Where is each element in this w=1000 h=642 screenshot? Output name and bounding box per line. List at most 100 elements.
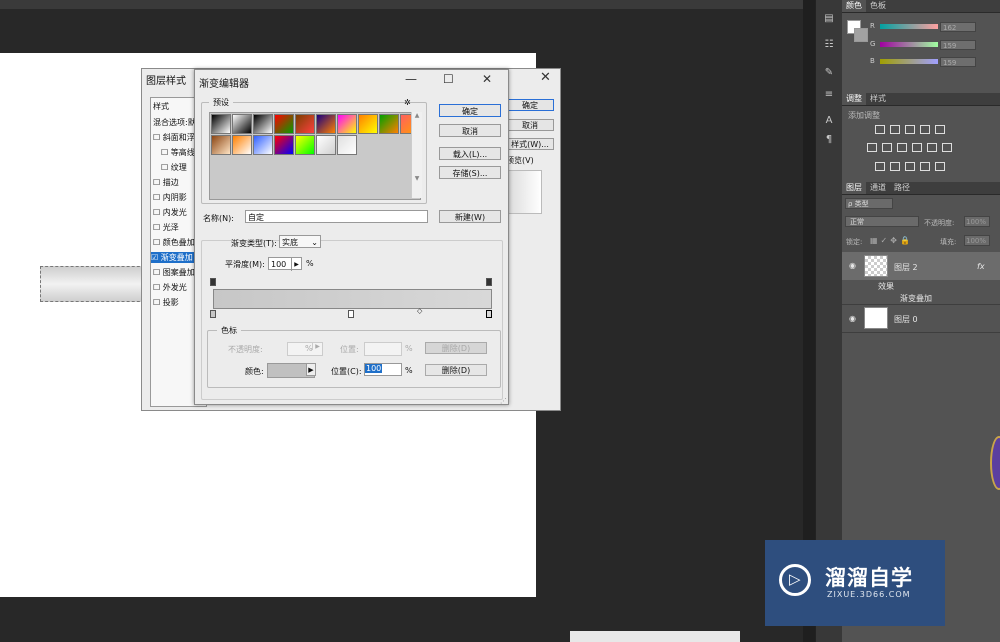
channel-b-value[interactable]: 159	[940, 57, 976, 67]
arrow-right-icon[interactable]: ▶	[306, 363, 316, 376]
arrow-right-icon[interactable]: ▶	[291, 258, 301, 271]
visibility-eye-icon[interactable]: ◉	[849, 261, 856, 270]
invert-icon[interactable]	[875, 162, 885, 171]
gradient-preset-swatch[interactable]	[295, 135, 315, 155]
color-balance-icon[interactable]	[882, 143, 892, 152]
lock-icons[interactable]: ▦✓✥🔒	[870, 236, 913, 245]
arrow-right-icon[interactable]: ▶	[312, 343, 322, 350]
tab-styles[interactable]: 样式	[866, 93, 890, 105]
layer-row-2[interactable]: ◉ 图层 2 fx	[842, 252, 1000, 281]
history-icon[interactable]: ▤	[821, 12, 837, 26]
gradient-preset-swatch[interactable]	[316, 114, 336, 134]
channel-g-slider[interactable]	[880, 42, 938, 47]
levels-icon[interactable]	[890, 125, 900, 134]
photo-filter-icon[interactable]	[912, 143, 922, 152]
tab-layers[interactable]: 图层	[842, 182, 866, 194]
color-stop-right-selected[interactable]	[486, 310, 492, 318]
ime-toolbar[interactable]	[570, 631, 740, 642]
cancel-button[interactable]: 取消	[506, 119, 554, 131]
layer-row-0[interactable]: ◉ 图层 0	[842, 305, 1000, 333]
black-white-icon[interactable]	[897, 143, 907, 152]
preview-checkbox[interactable]: 预览(V)	[506, 155, 534, 166]
gradient-preset-swatch[interactable]	[337, 135, 357, 155]
hsl-icon[interactable]	[867, 143, 877, 152]
background-color-swatch[interactable]	[854, 28, 868, 42]
style-item[interactable]: ☐ 斜面和浮	[153, 132, 195, 143]
ok-button[interactable]: 确定	[506, 99, 554, 111]
gradient-preset-swatch[interactable]	[379, 114, 399, 134]
character-icon[interactable]: A	[821, 114, 837, 128]
brush-icon[interactable]: ✎	[821, 66, 837, 80]
fx-icon[interactable]: fx	[977, 262, 985, 271]
opacity-stop-left[interactable]	[210, 278, 216, 286]
close-icon[interactable]: ✕	[540, 70, 551, 85]
gradient-preset-swatch[interactable]	[274, 114, 294, 134]
vibrance-icon[interactable]	[935, 125, 945, 134]
resize-grip-icon[interactable]: ⋰	[500, 397, 507, 405]
blend-mode-select[interactable]: 正常	[845, 216, 919, 227]
exposure-icon[interactable]	[920, 125, 930, 134]
opacity-input[interactable]: 100%	[964, 216, 990, 227]
gradient-map-icon[interactable]	[920, 162, 930, 171]
tab-paths[interactable]: 路径	[890, 182, 914, 194]
style-item[interactable]: ☐ 颜色叠加	[153, 237, 195, 248]
delete-color-stop-button[interactable]: 删除(D)	[425, 364, 487, 376]
close-icon[interactable]: ✕	[482, 72, 492, 86]
threshold-icon[interactable]	[905, 162, 915, 171]
color-stop-left[interactable]	[210, 310, 216, 318]
layer-name[interactable]: 图层 0	[894, 314, 918, 325]
gradient-preset-swatch[interactable]	[253, 114, 273, 134]
color-lookup-icon[interactable]	[942, 143, 952, 152]
midpoint-diamond-icon[interactable]: ◇	[417, 307, 422, 315]
style-item[interactable]: ☐ 光泽	[153, 222, 179, 233]
channel-g-value[interactable]: 159	[940, 40, 976, 50]
stop-location-input[interactable]: 100	[364, 363, 402, 376]
brightness-icon[interactable]	[875, 125, 885, 134]
gear-icon[interactable]: ✲	[404, 98, 411, 107]
layer-name[interactable]: 图层 2	[894, 262, 918, 273]
gradient-preset-swatch[interactable]	[358, 114, 378, 134]
gradient-preset-swatch[interactable]	[211, 135, 231, 155]
style-item[interactable]: ☐ 等高线	[161, 147, 195, 158]
gradient-preset-swatch[interactable]	[316, 135, 336, 155]
gradient-preset-swatch[interactable]	[253, 135, 273, 155]
effects-row[interactable]: 效果 渐变叠加	[842, 280, 1000, 305]
style-item[interactable]: 混合选项:默	[153, 117, 196, 128]
fill-input[interactable]: 100%	[964, 235, 990, 246]
stop-opacity-location-input[interactable]	[364, 342, 402, 356]
color-stop-middle[interactable]	[348, 310, 354, 318]
tab-color[interactable]: 颜色	[842, 0, 866, 12]
new-button[interactable]: 新建(W)	[439, 210, 501, 223]
smoothness-input[interactable]: 100 ▶	[268, 257, 302, 271]
scrollbar[interactable]: ▲ ▼	[411, 112, 422, 198]
gradient-preset-swatch[interactable]	[274, 135, 294, 155]
posterize-icon[interactable]	[890, 162, 900, 171]
channel-b-slider[interactable]	[880, 59, 938, 64]
delete-opacity-stop-button[interactable]: 删除(D)	[425, 342, 487, 354]
style-item[interactable]: ☐ 描边	[153, 177, 179, 188]
new-style-button[interactable]: 样式(W)...	[506, 138, 554, 150]
channel-r-value[interactable]: 162	[940, 22, 976, 32]
cancel-button[interactable]: 取消	[439, 124, 501, 137]
gradient-type-select[interactable]: 实底 ⌄	[279, 235, 321, 248]
properties-icon[interactable]: ☷	[821, 38, 837, 52]
style-item[interactable]: ☐ 投影	[153, 297, 179, 308]
channel-r-slider[interactable]	[880, 24, 938, 29]
style-item[interactable]: ☐ 图案叠加	[153, 267, 195, 278]
gradient-preset-swatch[interactable]	[337, 114, 357, 134]
gradient-preset-swatch[interactable]	[295, 114, 315, 134]
visibility-eye-icon[interactable]: ◉	[849, 314, 856, 323]
channel-mixer-icon[interactable]	[927, 143, 937, 152]
name-input[interactable]: 自定	[245, 210, 428, 223]
maximize-icon[interactable]: ☐	[443, 72, 454, 86]
opacity-stop-right[interactable]	[486, 278, 492, 286]
brush-presets-icon[interactable]: ≡	[821, 88, 837, 102]
gradient-preset-swatch[interactable]	[211, 114, 231, 134]
selection-marquee[interactable]	[40, 266, 150, 302]
style-item[interactable]: ☐ 外发光	[153, 282, 187, 293]
gradient-preset-swatch[interactable]	[232, 135, 252, 155]
ok-button[interactable]: 确定	[439, 104, 501, 117]
layer-filter-select[interactable]: ρ 类型	[845, 198, 893, 209]
tab-channels[interactable]: 通道	[866, 182, 890, 194]
selective-color-icon[interactable]	[935, 162, 945, 171]
